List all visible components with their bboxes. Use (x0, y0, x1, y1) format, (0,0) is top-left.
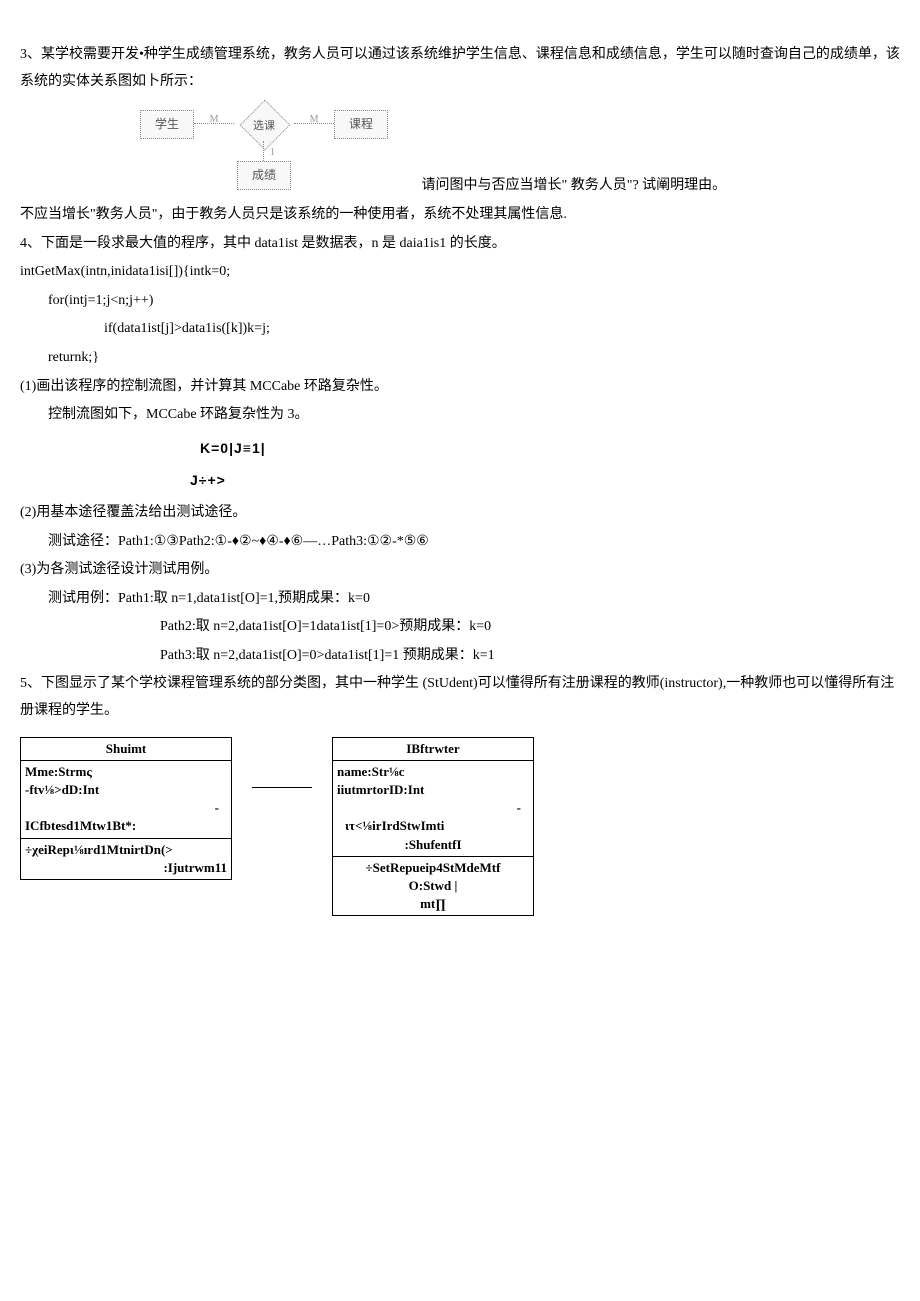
q4-prompt: 4、下面是一段求最大值的程序，其中 data1ist 是数据表，n 是 daia… (20, 231, 900, 258)
er-relation: 选课 (234, 107, 294, 141)
uml-operations: ÷SetRepueip4StMdeMtf O:Stwd | mt∏ (333, 857, 533, 916)
er-cardinality-1: 1 (270, 143, 275, 162)
flow-text: K=0|J≡1| (20, 435, 900, 462)
q3-question: 请问图中与否应当增长" 教务人员"? 试阐明理由。 (422, 173, 727, 200)
code-line: intGetMax(intn,inidata1isi[]){intk=0; (20, 259, 900, 286)
q4-ans3c: Path3:取 n=2,data1ist[O]=0>data1ist[1]=1 … (20, 643, 900, 670)
code-line: for(intj=1;j<n;j++) (20, 288, 900, 315)
q4-ans3a: 测试用例：Path1:取 n=1,data1ist[O]=1,预期成果：k=0 (20, 586, 900, 613)
uml-diagram: Shuimt Mme:Strmς -ftv⅛>dD:Int - ICfbtesd… (20, 737, 900, 917)
q3-prompt: 3、某学校需要开发•种学生成绩管理系统，教务人员可以通过该系统维护学生信息、课程… (20, 42, 900, 95)
er-line: M (294, 123, 334, 125)
q4-ans1: 控制流图如下，MCCabe 环路复杂性为 3。 (20, 402, 900, 429)
er-entity-course: 课程 (334, 110, 388, 139)
uml-association-line (252, 787, 312, 788)
er-entity-student: 学生 (140, 110, 194, 139)
er-cardinality-m: M (210, 110, 219, 129)
q3-answer: 不应当增长"教务人员"，由于教务人员只是该系统的一种使用者，系统不处理其属性信息… (20, 202, 900, 229)
uml-title: IBftrwter (333, 738, 533, 761)
er-diagram: 学生 M 选课 M 课程 1 成绩 (140, 107, 388, 190)
uml-class-instructor: IBftrwter name:Str⅛c iiutmrtorID:Int - ι… (332, 737, 534, 917)
er-vline: 1 (263, 141, 265, 161)
uml-class-student: Shuimt Mme:Strmς -ftv⅛>dD:Int - ICfbtesd… (20, 737, 232, 880)
q4-sub2: (2)用基本途径覆盖法给出测试途径。 (20, 500, 900, 527)
q5-prompt: 5、下图显示了某个学校课程管理系统的部分类图，其中一种学生 (StUdent)可… (20, 671, 900, 724)
q4-sub3: (3)为各测试途径设计测试用例。 (20, 557, 900, 584)
er-entity-grade: 成绩 (237, 161, 291, 190)
code-line: returnk;} (20, 345, 900, 372)
uml-attributes: name:Str⅛c iiutmrtorID:Int - ιτ<⅛irIrdSt… (333, 761, 533, 857)
q4-ans2: 测试途径：Path1:①③Path2:①-♦②~♦④-♦⑥—…Path3:①②-… (20, 529, 900, 556)
uml-title: Shuimt (21, 738, 231, 761)
er-line: M (194, 123, 234, 125)
q4-sub1: (1)画出该程序的控制流图，并计算其 MCCabe 环路复杂性。 (20, 374, 900, 401)
er-diagram-row: 学生 M 选课 M 课程 1 成绩 请问图中与否应当增长" 教务人员"? 试阐明… (20, 97, 900, 200)
er-cardinality-m: M (310, 110, 319, 129)
flow-text: J÷+> (20, 467, 900, 494)
code-line: if(data1ist[j]>data1is([k])k=j; (20, 316, 900, 343)
uml-operations: ÷χeiRepι⅛ırd1MtnirtDn(> :Ijutrwm11 (21, 839, 231, 879)
uml-attributes: Mme:Strmς -ftv⅛>dD:Int - ICfbtesd1Mtw1Bt… (21, 761, 231, 839)
q4-ans3b: Path2:取 n=2,data1ist[O]=1data1ist[1]=0>预… (20, 614, 900, 641)
